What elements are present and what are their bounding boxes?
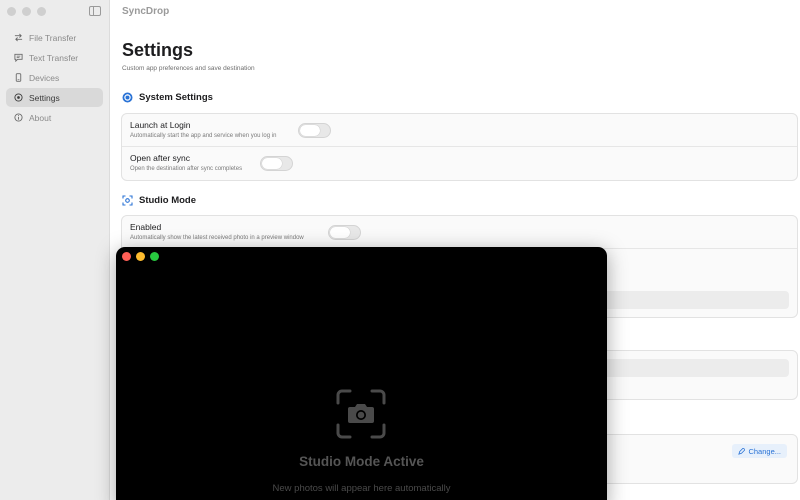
studio-close-button[interactable] — [122, 252, 131, 261]
system-settings-header: System Settings — [122, 92, 213, 103]
studio-enabled-toggle[interactable] — [328, 225, 361, 240]
open-after-sync-toggle[interactable] — [260, 156, 293, 171]
sidebar-item-label: Text Transfer — [29, 52, 79, 63]
message-icon — [13, 53, 23, 63]
app-window: File Transfer Text Transfer Devices Sett… — [0, 0, 800, 500]
change-destination-button[interactable]: Change... — [732, 444, 787, 458]
sidebar-item-devices[interactable]: Devices — [6, 68, 103, 87]
gear-icon — [13, 93, 23, 103]
row-description: Automatically start the app and service … — [130, 133, 277, 139]
info-icon — [13, 113, 23, 123]
launch-at-login-row: Launch at Login Automatically start the … — [122, 114, 797, 147]
minimize-window-button[interactable] — [22, 7, 31, 16]
open-after-sync-row: Open after sync Open the destination aft… — [122, 147, 797, 180]
studio-preview-window: Studio Mode Active New photos will appea… — [116, 247, 607, 500]
sidebar-item-about[interactable]: About — [6, 108, 103, 127]
sidebar-item-label: Devices — [29, 72, 60, 83]
sidebar-item-settings[interactable]: Settings — [6, 88, 103, 107]
studio-mode-title: Studio Mode Active — [299, 454, 424, 469]
phone-icon — [13, 73, 23, 83]
sidebar-toggle-icon[interactable] — [89, 6, 101, 16]
window-controls — [7, 7, 46, 16]
row-title: Enabled — [130, 222, 162, 232]
sidebar-item-text-transfer[interactable]: Text Transfer — [6, 48, 103, 67]
row-title: Open after sync — [130, 153, 191, 163]
page-subtitle: Custom app preferences and save destinat… — [122, 65, 255, 72]
sidebar: File Transfer Text Transfer Devices Sett… — [0, 0, 110, 500]
row-description: Automatically show the latest received p… — [130, 235, 304, 241]
row-title: Launch at Login — [130, 120, 191, 130]
studio-mode-subtitle: New photos will appear here automaticall… — [272, 483, 451, 494]
system-settings-icon — [122, 92, 133, 103]
sidebar-item-label: Settings — [29, 92, 60, 103]
sidebar-item-label: About — [29, 112, 52, 123]
section-title: System Settings — [139, 92, 213, 103]
change-button-label: Change... — [748, 446, 781, 456]
studio-window-controls — [122, 252, 159, 261]
studio-mode-header: Studio Mode — [122, 195, 196, 206]
viewfinder-icon — [122, 195, 133, 206]
section-title: Studio Mode — [139, 195, 196, 206]
launch-at-login-toggle[interactable] — [298, 123, 331, 138]
studio-zoom-button[interactable] — [150, 252, 159, 261]
sidebar-item-file-transfer[interactable]: File Transfer — [6, 28, 103, 47]
sidebar-item-label: File Transfer — [29, 32, 77, 43]
sidebar-nav: File Transfer Text Transfer Devices Sett… — [6, 28, 103, 128]
app-title: SyncDrop — [122, 6, 170, 17]
camera-viewfinder-icon — [336, 389, 386, 439]
studio-minimize-button[interactable] — [136, 252, 145, 261]
zoom-window-button[interactable] — [37, 7, 46, 16]
system-settings-card: Launch at Login Automatically start the … — [121, 113, 798, 181]
close-window-button[interactable] — [7, 7, 16, 16]
arrows-swap-icon — [13, 33, 23, 43]
studio-enabled-row: Enabled Automatically show the latest re… — [122, 216, 797, 249]
row-description: Open the destination after sync complete… — [130, 166, 243, 172]
page-title: Settings — [122, 40, 194, 60]
pencil-icon — [738, 447, 746, 455]
